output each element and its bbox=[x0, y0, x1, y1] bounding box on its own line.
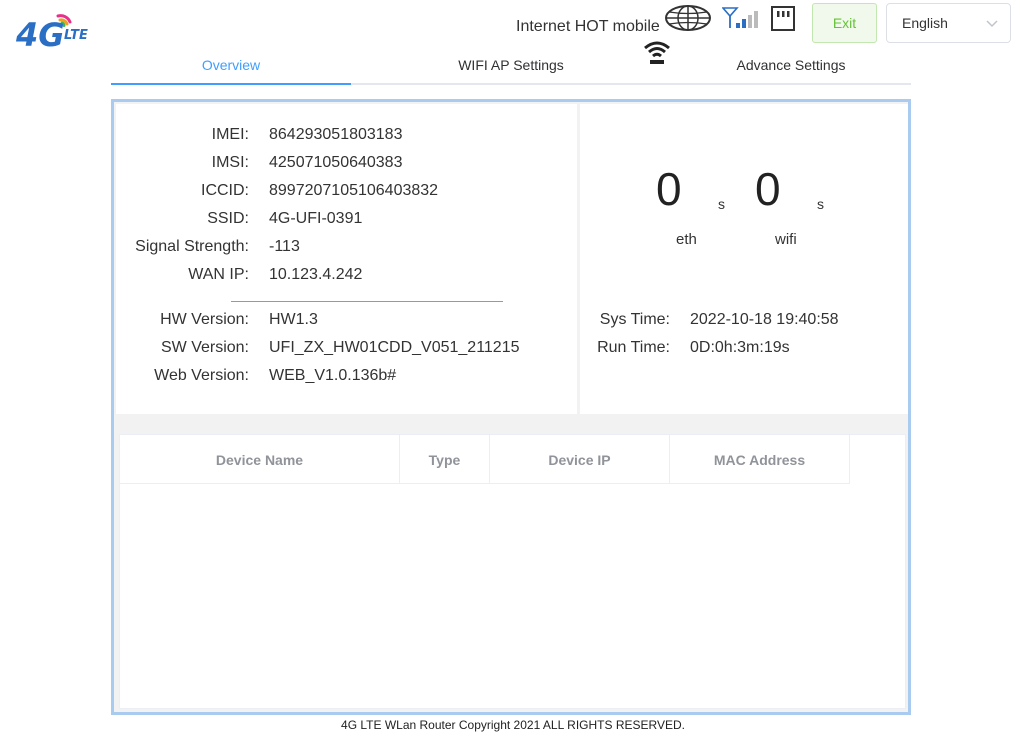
info-row-iccid: ICCID: 8997207105106403832 bbox=[116, 182, 536, 204]
connection-stats-card: 0 s eth 0 s wifi Sys Time: 2022-10-18 19… bbox=[580, 104, 908, 414]
info-key: HW Version: bbox=[160, 311, 249, 328]
info-row-sw-version: SW Version: UFI_ZX_HW01CDD_V051_211215 bbox=[116, 339, 536, 361]
column-device-ip[interactable]: Device IP bbox=[490, 435, 670, 484]
info-key: SSID: bbox=[207, 210, 249, 227]
info-key: Web Version: bbox=[154, 367, 249, 384]
table-header: Device Name Type Device IP MAC Address bbox=[120, 435, 850, 484]
info-value: UFI_ZX_HW01CDD_V051_211215 bbox=[269, 339, 520, 356]
tab-advance-settings[interactable]: Advance Settings bbox=[671, 50, 911, 83]
logo-icon: 4G LTE bbox=[15, 14, 88, 52]
device-info-card: IMEI: 864293051803183 IMSI: 425071050640… bbox=[116, 104, 577, 414]
column-device-name[interactable]: Device Name bbox=[120, 435, 400, 484]
info-row-ssid: SSID: 4G-UFI-0391 bbox=[116, 210, 536, 232]
language-value: English bbox=[902, 15, 948, 31]
info-value: HW1.3 bbox=[269, 311, 318, 328]
run-time-label: Run Time: bbox=[597, 339, 670, 356]
wifi-label: wifi bbox=[775, 231, 797, 248]
devices-table: Device Name Type Device IP MAC Address bbox=[119, 434, 906, 709]
info-value: -113 bbox=[269, 238, 300, 255]
eth-unit: s bbox=[718, 196, 725, 212]
footer-copyright: 4G LTE WLan Router Copyright 2021 ALL RI… bbox=[341, 718, 685, 732]
info-key: WAN IP: bbox=[188, 266, 249, 283]
signal-icon bbox=[722, 7, 758, 28]
info-value: 4G-UFI-0391 bbox=[269, 210, 363, 227]
globe-icon bbox=[665, 5, 711, 31]
column-mac-address[interactable]: MAC Address bbox=[670, 435, 850, 484]
eth-label: eth bbox=[676, 231, 697, 248]
sys-time-label: Sys Time: bbox=[599, 311, 670, 328]
wifi-unit: s bbox=[817, 196, 824, 212]
info-row-hw-version: HW Version: HW1.3 bbox=[116, 311, 536, 333]
info-key: IMSI: bbox=[211, 154, 249, 171]
operator-name: Internet HOT mobile bbox=[516, 18, 660, 35]
info-row-signal-strength: Signal Strength: -113 bbox=[116, 238, 536, 260]
info-row-web-version: Web Version: WEB_V1.0.136b# bbox=[116, 367, 536, 389]
sim-icon bbox=[771, 6, 795, 31]
column-type[interactable]: Type bbox=[400, 435, 490, 484]
info-key: IMEI: bbox=[211, 126, 249, 143]
info-row-imsi: IMSI: 425071050640383 bbox=[116, 154, 536, 176]
info-value: WEB_V1.0.136b# bbox=[269, 367, 397, 384]
run-time-value: 0D:0h:3m:19s bbox=[690, 339, 790, 356]
tab-wifi-ap-settings[interactable]: WIFI AP Settings bbox=[351, 50, 671, 83]
tab-bar: Overview WIFI AP Settings Advance Settin… bbox=[111, 50, 911, 85]
info-key: Signal Strength: bbox=[135, 238, 249, 255]
info-value: 864293051803183 bbox=[269, 126, 403, 143]
info-value: 425071050640383 bbox=[269, 154, 403, 171]
info-row-imei: IMEI: 864293051803183 bbox=[116, 126, 536, 148]
info-value: 8997207105106403832 bbox=[269, 182, 439, 199]
svg-text:LTE: LTE bbox=[64, 28, 88, 43]
tab-overview[interactable]: Overview bbox=[111, 50, 351, 85]
info-divider bbox=[231, 301, 503, 302]
chevron-down-icon bbox=[986, 20, 998, 28]
info-key: SW Version: bbox=[160, 339, 249, 356]
main-panel: IMEI: 864293051803183 IMSI: 425071050640… bbox=[111, 99, 911, 715]
eth-count: 0 bbox=[656, 163, 682, 215]
sys-time-value: 2022-10-18 19:40:58 bbox=[690, 311, 839, 328]
exit-button[interactable]: Exit bbox=[812, 3, 877, 43]
info-row-wan-ip: WAN IP: 10.123.4.242 bbox=[116, 266, 536, 288]
logo: 4G LTE bbox=[14, 6, 104, 52]
wifi-count: 0 bbox=[755, 163, 781, 215]
language-select[interactable]: English bbox=[886, 3, 1011, 43]
info-key: ICCID: bbox=[201, 182, 249, 199]
info-value: 10.123.4.242 bbox=[269, 266, 363, 283]
svg-text:4G: 4G bbox=[15, 16, 65, 52]
